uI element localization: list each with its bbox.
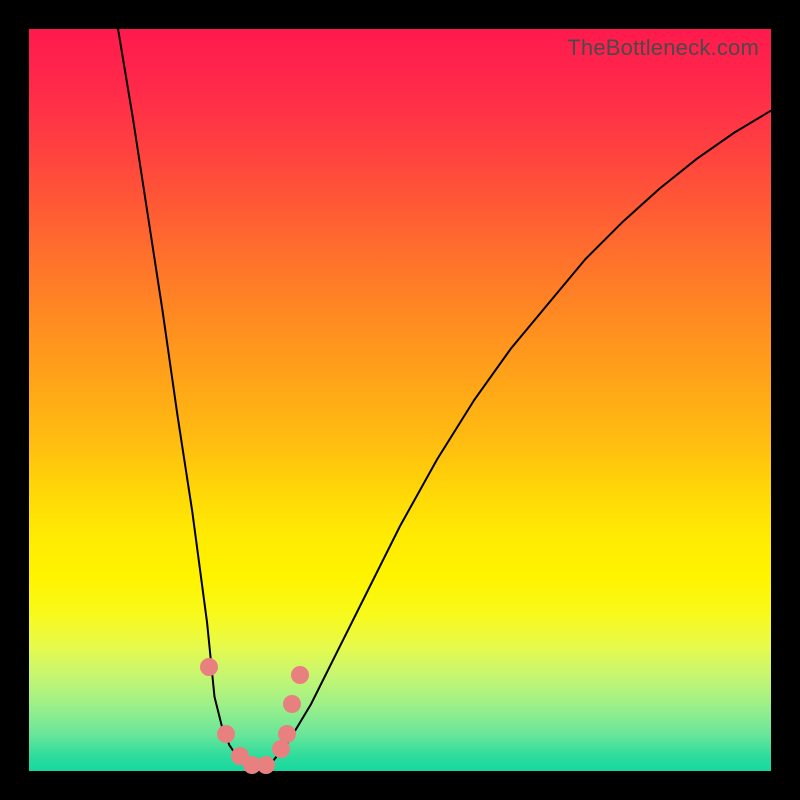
plot-area: TheBottleneck.com: [29, 29, 771, 771]
curve-layer: [29, 29, 771, 771]
data-point: [278, 725, 296, 743]
watermark-text: TheBottleneck.com: [567, 35, 759, 61]
data-point: [283, 695, 301, 713]
chart-frame: TheBottleneck.com: [0, 0, 800, 800]
data-point: [257, 756, 275, 774]
data-point: [200, 658, 218, 676]
data-point: [217, 725, 235, 743]
curve-left: [118, 29, 259, 771]
data-point: [291, 666, 309, 684]
curve-right: [259, 111, 771, 771]
